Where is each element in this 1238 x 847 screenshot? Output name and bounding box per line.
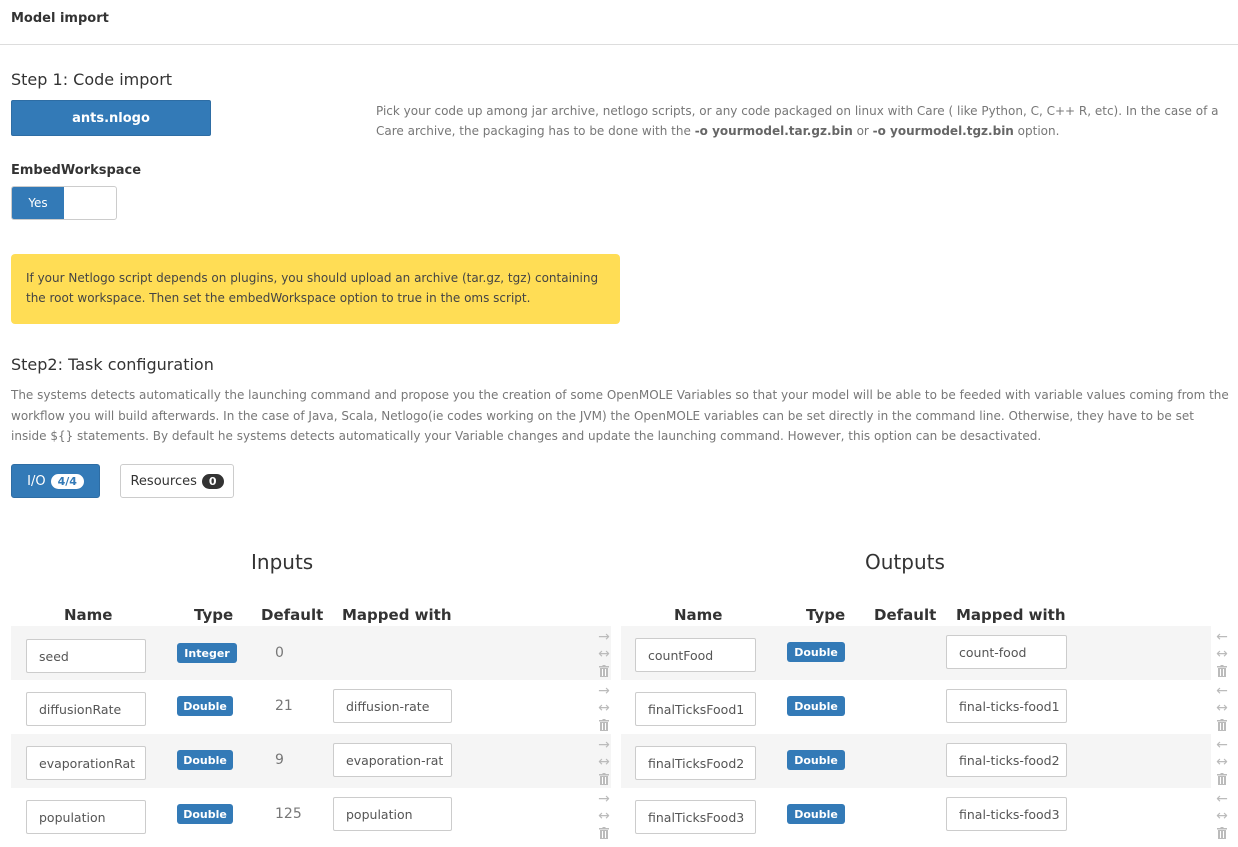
output-name-field[interactable]: finalTicksFood2 <box>635 746 756 780</box>
trash-icon[interactable] <box>599 719 609 731</box>
trash-icon[interactable] <box>599 665 609 677</box>
arrow-left-icon[interactable]: ← <box>1214 792 1230 806</box>
code-file-button[interactable]: ants.nlogo <box>11 100 211 136</box>
arrow-right-icon[interactable]: → <box>596 738 612 752</box>
input-name-field[interactable]: population <box>26 800 146 834</box>
swap-icon[interactable]: ↔ <box>596 701 612 715</box>
input-type-badge[interactable]: Double <box>177 804 233 824</box>
input-type-badge[interactable]: Integer <box>177 643 237 663</box>
output-mapped-field[interactable]: count-food <box>946 635 1067 669</box>
input-row: population Double 125 population <box>11 788 611 842</box>
plugins-warning: If your Netlogo script depends on plugin… <box>11 254 620 324</box>
input-row-actions: → ↔ <box>596 682 612 736</box>
step1-title: Step 1: Code import <box>11 70 173 89</box>
trash-icon[interactable] <box>1217 773 1227 785</box>
input-row: evaporationRat Double 9 evaporation-rat <box>11 734 611 788</box>
trash-icon[interactable] <box>599 773 609 785</box>
inputs-title: Inputs <box>251 550 314 574</box>
tab-io[interactable]: I/O 4/4 <box>11 464 100 498</box>
input-row-actions: → ↔ <box>596 628 612 682</box>
input-name-field[interactable]: diffusionRate <box>26 692 146 726</box>
swap-icon[interactable]: ↔ <box>1214 701 1230 715</box>
output-row: finalTicksFood1 Double final-ticks-food1 <box>621 680 1211 734</box>
input-row-actions: → ↔ <box>596 736 612 790</box>
care-option-2: -o yourmodel.tgz.bin <box>872 124 1014 138</box>
swap-icon[interactable]: ↔ <box>1214 809 1230 823</box>
output-mapped-field[interactable]: final-ticks-food2 <box>946 743 1067 777</box>
output-row-actions: ← ↔ <box>1214 790 1230 844</box>
output-row-actions: ← ↔ <box>1214 736 1230 790</box>
output-row-actions: ← ↔ <box>1214 628 1230 682</box>
arrow-right-icon[interactable]: → <box>596 684 612 698</box>
input-row: diffusionRate Double 21 diffusion-rate <box>11 680 611 734</box>
trash-icon[interactable] <box>599 827 609 839</box>
tab-io-badge: 4/4 <box>50 473 84 489</box>
output-row: countFood Double count-food <box>621 626 1211 680</box>
input-name-field[interactable]: evaporationRat <box>26 746 146 780</box>
code-import-help: Pick your code up among jar archive, net… <box>376 104 1219 138</box>
tab-resources-badge: 0 <box>201 473 224 489</box>
inputs-header-default: Default <box>261 606 324 624</box>
output-type-badge[interactable]: Double <box>787 696 845 716</box>
input-name-field[interactable]: seed <box>26 639 146 673</box>
input-mapped-field[interactable]: evaporation-rat <box>333 743 452 777</box>
output-name-field[interactable]: finalTicksFood1 <box>635 692 756 726</box>
care-option-1: -o yourmodel.tar.gz.bin <box>694 124 853 138</box>
output-name-field[interactable]: finalTicksFood3 <box>635 800 756 834</box>
embed-workspace-label: EmbedWorkspace <box>11 163 142 178</box>
input-mapped-field[interactable]: diffusion-rate <box>333 689 452 723</box>
input-default-value: 9 <box>275 752 284 768</box>
input-default-value: 0 <box>275 645 284 661</box>
tab-resources[interactable]: Resources 0 <box>120 464 234 498</box>
task-description: The systems detects automatically the la… <box>11 388 1229 443</box>
swap-icon[interactable]: ↔ <box>1214 755 1230 769</box>
input-type-badge[interactable]: Double <box>177 696 233 716</box>
input-row: seed Integer 0 <box>11 626 611 680</box>
output-row: finalTicksFood3 Double final-ticks-food3 <box>621 788 1211 842</box>
output-type-badge[interactable]: Double <box>787 750 845 770</box>
output-mapped-field[interactable]: final-ticks-food3 <box>946 797 1067 831</box>
tab-resources-label: Resources <box>130 473 197 489</box>
arrow-right-icon[interactable]: → <box>596 792 612 806</box>
input-default-value: 125 <box>275 806 302 822</box>
arrow-left-icon[interactable]: ← <box>1214 630 1230 644</box>
input-type-badge[interactable]: Double <box>177 750 233 770</box>
input-mapped-field[interactable]: population <box>333 797 452 831</box>
arrow-left-icon[interactable]: ← <box>1214 738 1230 752</box>
swap-icon[interactable]: ↔ <box>596 647 612 661</box>
trash-icon[interactable] <box>1217 665 1227 677</box>
output-mapped-field[interactable]: final-ticks-food1 <box>946 689 1067 723</box>
outputs-header-default: Default <box>874 606 937 624</box>
arrow-right-icon[interactable]: → <box>596 630 612 644</box>
step2-title: Step2: Task configuration <box>11 355 214 374</box>
outputs-title: Outputs <box>865 550 945 574</box>
swap-icon[interactable]: ↔ <box>1214 647 1230 661</box>
output-type-badge[interactable]: Double <box>787 642 845 662</box>
inputs-header-mapped: Mapped with <box>342 606 452 624</box>
outputs-header-name: Name <box>674 606 723 624</box>
top-header: Model import <box>0 0 1238 45</box>
inputs-header-type: Type <box>194 606 234 624</box>
output-row-actions: ← ↔ <box>1214 682 1230 736</box>
output-type-badge[interactable]: Double <box>787 804 845 824</box>
swap-icon[interactable]: ↔ <box>596 755 612 769</box>
trash-icon[interactable] <box>1217 719 1227 731</box>
embed-workspace-toggle[interactable]: Yes <box>11 186 117 220</box>
outputs-header-mapped: Mapped with <box>956 606 1066 624</box>
input-row-actions: → ↔ <box>596 790 612 844</box>
output-name-field[interactable]: countFood <box>635 638 756 672</box>
arrow-left-icon[interactable]: ← <box>1214 684 1230 698</box>
trash-icon[interactable] <box>1217 827 1227 839</box>
output-row: finalTicksFood2 Double final-ticks-food2 <box>621 734 1211 788</box>
page-title: Model import <box>11 11 109 26</box>
inputs-header-name: Name <box>64 606 113 624</box>
swap-icon[interactable]: ↔ <box>596 809 612 823</box>
toggle-yes[interactable]: Yes <box>12 187 64 219</box>
input-default-value: 21 <box>275 698 293 714</box>
tab-io-label: I/O <box>27 473 46 489</box>
outputs-header-type: Type <box>806 606 846 624</box>
